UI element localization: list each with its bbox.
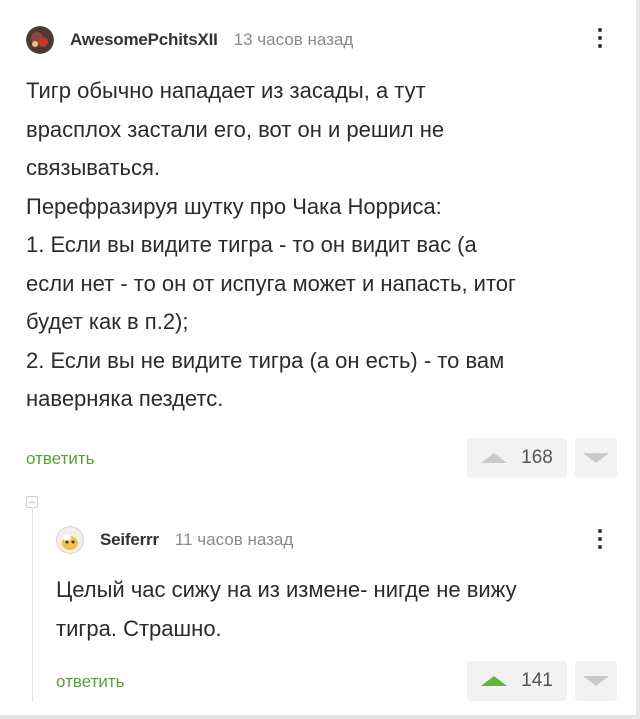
comment-line: если нет - то он от испуга может и напас… <box>26 270 517 296</box>
comment-line: связываться. <box>26 155 161 180</box>
arrow-up-icon <box>481 453 508 463</box>
upvote-button[interactable]: 141 <box>467 661 567 701</box>
upvote-button[interactable]: 168 <box>467 438 567 478</box>
comment-time: 13 часов назад <box>233 30 354 49</box>
comment-header: AwesomePchitsXII 13 часов назад <box>26 26 353 54</box>
comments-frame: AwesomePchitsXII 13 часов назад Тигр обы… <box>0 0 640 719</box>
more-vertical-icon[interactable] <box>596 529 604 549</box>
minus-icon <box>29 501 35 503</box>
more-vertical-icon[interactable] <box>596 28 604 48</box>
avatar[interactable] <box>26 26 54 54</box>
comment-line: врасплох застали его, вот он и решил не <box>26 116 445 142</box>
arrow-down-icon <box>583 453 609 463</box>
rating-controls: 168 <box>467 438 617 478</box>
rating-count: 141 <box>521 670 553 691</box>
comment-line: Целый час сижу на из измене- нигде не ви… <box>56 577 517 602</box>
comment-line: Тигр обычно нападает из засады, а тут <box>26 78 426 103</box>
thread-line <box>32 507 33 702</box>
rating-controls: 141 <box>467 661 617 701</box>
comment-line: Перефразируя шутку про Чака Норриса: <box>26 193 442 219</box>
reply-link[interactable]: ответить <box>56 672 125 692</box>
comment-text: Целый час сижу на из измене- нигде не ви… <box>56 571 517 648</box>
downvote-button[interactable] <box>575 661 617 701</box>
username[interactable]: Seiferrr <box>100 530 159 550</box>
comment-text: Тигр обычно нападает из засады, а тут вр… <box>26 72 516 419</box>
reply-link[interactable]: ответить <box>26 449 95 469</box>
comment-line: наверняка пездетс. <box>26 386 224 411</box>
rating-count: 168 <box>521 447 553 468</box>
arrow-down-icon <box>583 676 609 686</box>
comment-time: 11 часов назад <box>174 530 294 549</box>
comment-line: тигра. Страшно. <box>56 615 222 641</box>
comment-line: 1. Если вы видите тигра - то он видит ва… <box>26 232 477 257</box>
arrow-up-icon <box>481 676 508 686</box>
comment-header: Seiferrr 11 часов назад <box>56 526 293 554</box>
avatar[interactable] <box>56 526 84 554</box>
downvote-button[interactable] <box>575 438 617 478</box>
username[interactable]: AwesomePchitsXII <box>70 30 218 50</box>
comment-line: 2. Если вы не видите тигра (а он есть) -… <box>26 347 505 373</box>
comment-line: будет как в п.2); <box>26 309 189 334</box>
